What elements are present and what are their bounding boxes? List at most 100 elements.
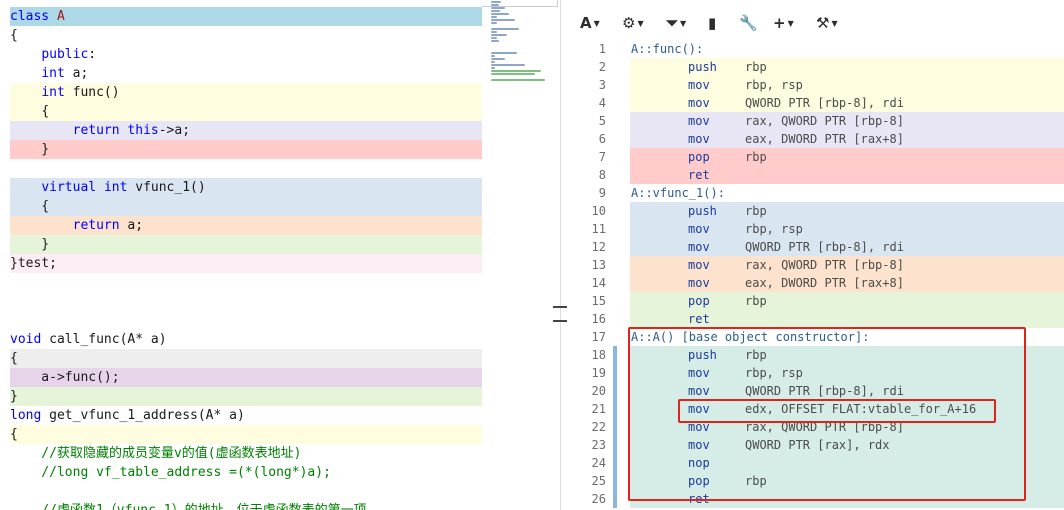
asm-operands: rbp [745, 294, 767, 308]
asm-line[interactable]: 1 A::func(): [572, 40, 1064, 58]
asm-line[interactable]: 11 mov rbp, rsp [572, 220, 1064, 238]
asm-label: A::func(): [631, 42, 704, 56]
source-line[interactable] [10, 482, 482, 501]
source-line[interactable]: } [10, 235, 482, 254]
font-size-button[interactable]: A ▼ [580, 12, 600, 34]
asm-opcode: mov [688, 258, 710, 272]
line-number: 9 [598, 186, 606, 200]
source-line[interactable]: { [10, 26, 482, 45]
line-number: 12 [591, 240, 606, 254]
minimap-line [491, 4, 499, 6]
source-line[interactable] [10, 159, 482, 178]
asm-line[interactable]: 10 push rbp [572, 202, 1064, 220]
wrench-button[interactable]: 🔧 [739, 12, 758, 34]
asm-opcode: mov [688, 222, 710, 236]
source-token: { [10, 351, 18, 366]
asm-line[interactable]: 12 mov QWORD PTR [rbp-8], rdi [572, 238, 1064, 256]
minimap-line [491, 31, 497, 33]
tools-button[interactable]: ⚒ ▼ [816, 12, 838, 34]
asm-operands: eax, DWORD PTR [rax+8] [745, 276, 904, 290]
asm-line[interactable]: 8 ret [572, 166, 1064, 184]
gutter-marker [613, 94, 617, 112]
splitter-handle[interactable] [553, 302, 567, 326]
source-token: //long vf_table_address =(*(long*)a); [10, 465, 331, 480]
source-line[interactable] [10, 292, 482, 311]
gutter-marker [613, 130, 617, 148]
source-token: return [72, 123, 120, 138]
asm-line[interactable]: 9 A::vfunc_1(): [572, 184, 1064, 202]
source-line[interactable]: void call_func(A* a) [10, 330, 482, 349]
asm-opcode: mov [688, 96, 710, 110]
book-button[interactable]: ▮ [708, 12, 716, 34]
gutter-marker [613, 364, 617, 382]
line-number: 2 [598, 60, 606, 74]
minimap-line [491, 10, 500, 12]
source-line[interactable]: virtual int vfunc_1() [10, 178, 482, 197]
source-line[interactable]: //long vf_table_address =(*(long*)a); [10, 463, 482, 482]
chevron-down-icon: ▼ [831, 18, 838, 28]
asm-operands: rbp, rsp [745, 222, 803, 236]
asm-line[interactable]: 15 pop rbp [572, 292, 1064, 310]
source-line[interactable]: int func() [10, 83, 482, 102]
asm-line[interactable]: 3 mov rbp, rsp [572, 76, 1064, 94]
settings-gear-button[interactable]: ⚙ ▼ [622, 12, 644, 34]
editor-minimap[interactable] [485, 0, 553, 110]
source-token [96, 180, 104, 195]
asm-opcode: push [688, 204, 717, 218]
source-line[interactable]: { [10, 102, 482, 121]
source-line[interactable]: } [10, 140, 482, 159]
source-editor[interactable]: class A { public: int a; int func() { ret… [0, 0, 482, 510]
source-line[interactable]: { [10, 197, 482, 216]
source-line[interactable]: { [10, 425, 482, 444]
source-token: public [41, 47, 89, 62]
source-line[interactable]: }test; [10, 254, 482, 273]
filter-button[interactable]: ⏷ ▼ [666, 12, 686, 34]
source-line[interactable] [10, 273, 482, 292]
asm-line[interactable]: 14 mov eax, DWORD PTR [rax+8] [572, 274, 1064, 292]
tools-icon: ⚒ [816, 14, 830, 32]
source-line[interactable]: //获取隐藏的成员变量v的值(虚函数表地址) [10, 444, 482, 463]
font-size-icon: A [580, 14, 592, 32]
minimap-line [491, 40, 499, 42]
assembly-output-pane[interactable]: A ▼ ⚙ ▼ ⏷ ▼ ▮ 🔧 + ▼ ⚒ ▼ 1 A::func(): 2 push rbp 3 mov rbp,… [572, 0, 1064, 510]
add-button[interactable]: + ▼ [773, 12, 794, 34]
asm-operands: rbp [745, 60, 767, 74]
asm-line[interactable]: 7 pop rbp [572, 148, 1064, 166]
asm-line[interactable]: 4 mov QWORD PTR [rbp-8], rdi [572, 94, 1064, 112]
wrench-icon: 🔧 [739, 14, 758, 32]
source-line[interactable] [10, 311, 482, 330]
source-line[interactable]: { [10, 349, 482, 368]
source-token: //获取隐藏的成员变量v的值(虚函数表地址) [10, 446, 302, 461]
gutter-marker [613, 418, 617, 436]
asm-operands: QWORD PTR [rbp-8], rdi [745, 240, 904, 254]
minimap-line [491, 28, 519, 30]
asm-line[interactable]: 5 mov rax, QWORD PTR [rbp-8] [572, 112, 1064, 130]
source-line[interactable]: public: [10, 45, 482, 64]
line-number: 17 [591, 330, 606, 344]
asm-line[interactable]: 6 mov eax, DWORD PTR [rax+8] [572, 130, 1064, 148]
source-line[interactable]: } [10, 387, 482, 406]
source-token: a->func(); [10, 370, 120, 385]
gutter-marker [613, 436, 617, 454]
source-token [10, 85, 41, 100]
source-line[interactable]: return a; [10, 216, 482, 235]
source-line[interactable]: a->func(); [10, 368, 482, 387]
asm-line[interactable]: 13 mov rax, QWORD PTR [rbp-8] [572, 256, 1064, 274]
source-token: func() [64, 85, 120, 100]
source-line[interactable]: //虚函数1（vfunc_1）的地址，位于虚函数表的第一项 [10, 501, 482, 510]
pane-splitter[interactable] [560, 0, 561, 510]
asm-opcode: mov [688, 114, 710, 128]
source-line[interactable]: int a; [10, 64, 482, 83]
gutter-marker [613, 238, 617, 256]
source-line[interactable]: return this->a; [10, 121, 482, 140]
line-number: 24 [591, 456, 606, 470]
asm-line[interactable]: 2 push rbp [572, 58, 1064, 76]
gutter-marker [613, 148, 617, 166]
asm-line[interactable]: 16 ret [572, 310, 1064, 328]
source-line[interactable]: long get_vfunc_1_address(A* a) [10, 406, 482, 425]
gutter-marker [613, 310, 617, 328]
source-line[interactable]: class A [10, 7, 482, 26]
line-number: 19 [591, 366, 606, 380]
gutter-marker [613, 292, 617, 310]
chevron-down-icon: ▼ [637, 18, 644, 28]
